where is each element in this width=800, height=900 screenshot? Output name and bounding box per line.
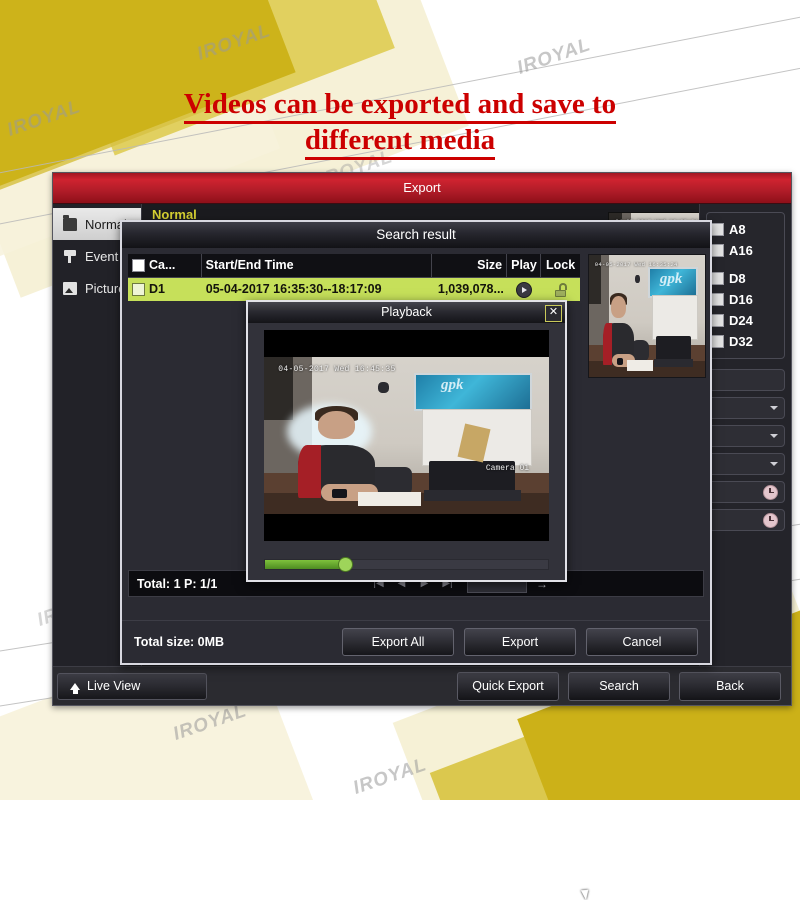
playback-video[interactable]: 04-05-2017 Wed 16:45:35 Camera 01	[264, 330, 549, 541]
play-icon[interactable]	[516, 281, 533, 298]
search-result-title: Search result	[122, 222, 710, 248]
preview-osd-timestamp: 04-05-2017 Wed 16:35:24	[594, 261, 678, 269]
playback-title-bar: Playback ✕	[248, 302, 565, 323]
checkbox-icon[interactable]	[711, 293, 724, 306]
channel-label: D8	[729, 271, 746, 286]
back-button[interactable]: Back	[679, 671, 781, 701]
channel-item-d24[interactable]: D24	[711, 310, 780, 331]
row-play-cell[interactable]	[508, 278, 541, 301]
row-checkbox-icon[interactable]	[132, 283, 145, 296]
channel-label: D16	[729, 292, 753, 307]
column-header-channel-label: Ca...	[149, 258, 176, 272]
export-all-button[interactable]: Export All	[342, 628, 454, 656]
close-icon[interactable]: ✕	[545, 305, 562, 322]
row-time-cell: 05-04-2017 16:35:30--18:17:09	[205, 282, 382, 296]
dropdown-3[interactable]	[706, 453, 785, 475]
column-header-lock: Lock	[545, 258, 576, 272]
dropdown-2[interactable]	[706, 425, 785, 447]
channel-item-d32[interactable]: D32	[711, 331, 780, 352]
export-window-footer: Live View Quick Export Search Back	[53, 666, 791, 705]
search-result-preview: 04-05-2017 Wed 16:35:24	[588, 254, 706, 378]
quick-export-button[interactable]: Quick Export	[457, 671, 559, 701]
checkbox-icon[interactable]	[711, 244, 724, 257]
start-time-picker[interactable]	[706, 481, 785, 503]
pin-icon	[63, 249, 77, 263]
channel-item-d16[interactable]: D16	[711, 289, 780, 310]
channel-list: A8 A16 D8 D16 D24 D32	[706, 212, 785, 359]
mouse-cursor	[580, 887, 593, 900]
end-time-picker[interactable]	[706, 509, 785, 531]
channel-label: D24	[729, 313, 753, 328]
export-button[interactable]: Export	[464, 628, 576, 656]
search-result-buttons: Export All Export Cancel	[342, 628, 710, 656]
playback-osd-timestamp: 04-05-2017 Wed 16:45:35	[278, 365, 396, 375]
live-view-label: Live View	[87, 679, 141, 693]
headline-line-1: Videos can be exported and save to	[183, 88, 617, 124]
cancel-button[interactable]: Cancel	[586, 628, 698, 656]
folder-icon	[63, 214, 77, 231]
watermark: IROYAL	[350, 754, 430, 799]
channel-label: A8	[729, 222, 746, 237]
home-icon	[70, 682, 80, 694]
chevron-down-icon	[770, 434, 778, 438]
chevron-down-icon	[770, 462, 778, 466]
export-window-title: Export	[53, 173, 791, 204]
table-header-row: Ca... Start/End Time Size Play Lock	[128, 254, 580, 278]
playback-slider-handle[interactable]	[338, 557, 354, 572]
row-channel-label: D1	[149, 282, 165, 296]
footer-buttons: Quick Export Search Back	[457, 671, 791, 701]
column-header-time: Start/End Time	[202, 254, 432, 277]
picture-icon	[63, 281, 77, 295]
select-all-checkbox-icon[interactable]	[132, 259, 145, 272]
checkbox-icon[interactable]	[711, 223, 724, 236]
checkbox-icon[interactable]	[711, 314, 724, 327]
column-header-channel: Ca...	[128, 254, 202, 277]
table-row[interactable]: D1 05-04-2017 16:35:30--18:17:09 1,039,0…	[128, 278, 580, 301]
watermark: IROYAL	[514, 34, 594, 79]
playback-dialog: Playback ✕ 04-05-2017 Wed 16:45:35 Camer…	[246, 300, 593, 900]
dropdown-1[interactable]	[706, 397, 785, 419]
camera-scene: 04-05-2017 Wed 16:35:24	[589, 255, 705, 377]
total-size-label: Total size: 0MB	[134, 635, 225, 649]
channel-label: A16	[729, 243, 753, 258]
search-result-footer: Total size: 0MB Export All Export Cancel	[122, 620, 710, 663]
search-button[interactable]: Search	[568, 671, 670, 701]
chevron-down-icon	[770, 406, 778, 410]
sidebar-item-label: Event	[85, 248, 119, 264]
camera-label: Camera 01	[485, 463, 530, 473]
clock-icon[interactable]	[763, 484, 778, 500]
row-size-cell: 1,039,078...	[437, 282, 504, 296]
pagination-total: Total: 1 P: 1/1	[137, 576, 218, 591]
unlock-icon[interactable]	[554, 282, 568, 297]
checkbox-icon[interactable]	[711, 272, 724, 285]
channel-item-a16[interactable]: A16	[711, 240, 780, 261]
live-view-button[interactable]: Live View	[57, 672, 207, 700]
search-result-table: Ca... Start/End Time Size Play Lock D1 0…	[128, 254, 580, 301]
playback-progress-fill	[265, 560, 345, 569]
camera-scene: 04-05-2017 Wed 16:45:35 Camera 01	[264, 330, 549, 541]
headline-line-2: different media	[304, 124, 496, 161]
channel-label: D32	[729, 334, 753, 349]
checkbox-icon[interactable]	[711, 335, 724, 348]
playback-progress-slider[interactable]	[264, 557, 549, 572]
clock-icon[interactable]	[763, 512, 778, 528]
channel-item-a8[interactable]: A8	[711, 219, 780, 240]
row-lock-cell[interactable]	[541, 278, 580, 301]
channel-item-d8[interactable]: D8	[711, 268, 780, 289]
text-field[interactable]	[706, 369, 785, 391]
slide-headline: Videos can be exported and save to diffe…	[0, 86, 800, 161]
row-channel-cell: D1	[128, 278, 202, 301]
column-header-size: Size	[432, 254, 508, 277]
column-header-play: Play	[507, 254, 542, 277]
channel-panel: A8 A16 D8 D16 D24 D32	[699, 204, 791, 667]
playback-title: Playback	[381, 305, 432, 319]
